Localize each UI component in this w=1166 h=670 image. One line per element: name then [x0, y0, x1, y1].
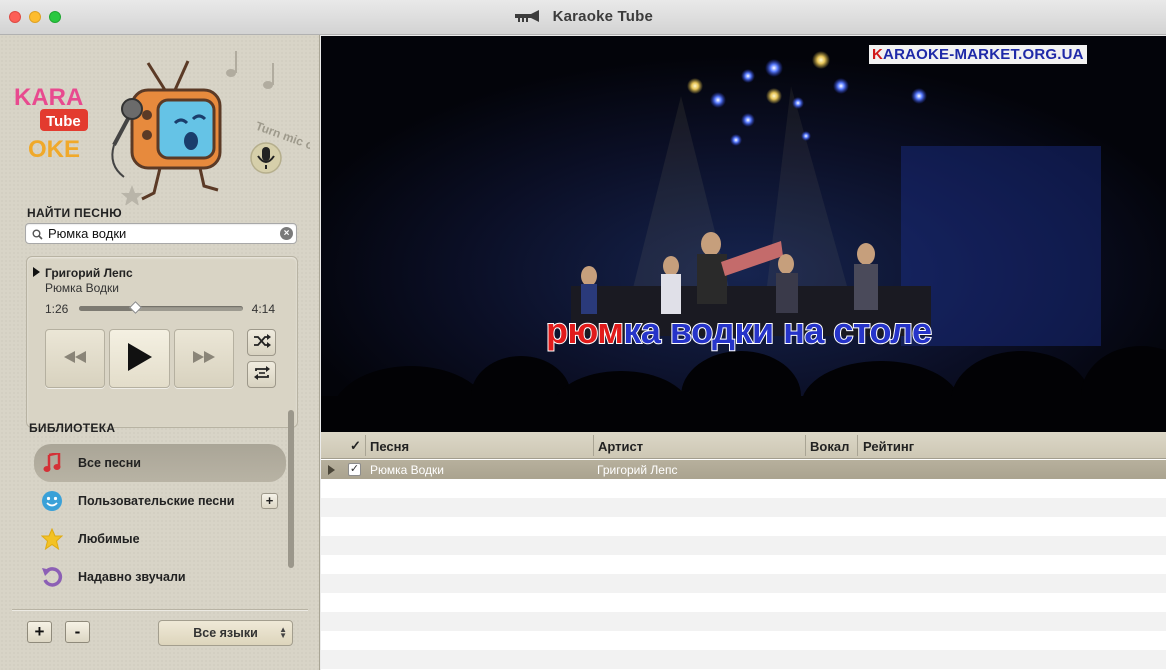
next-button[interactable]	[174, 329, 234, 388]
column-separator[interactable]	[805, 435, 806, 456]
svg-text:Tube: Tube	[46, 113, 81, 130]
row-artist: Григорий Лепс	[597, 463, 678, 477]
search-icon	[32, 228, 43, 243]
empty-row	[321, 498, 1166, 517]
karaoke-lyrics: рюмка водки на столе	[545, 309, 933, 352]
video-frame	[321, 36, 1166, 432]
select-arrows-icon: ▲ ▼	[279, 625, 287, 640]
video-player[interactable]: KARAOKE-MARKET.ORG.UA рюмка водки на сто…	[321, 36, 1166, 432]
remove-button[interactable]: -	[65, 621, 90, 643]
shuffle-button[interactable]	[247, 329, 276, 356]
smiley-icon	[34, 490, 70, 512]
table-header: ✓ Песня Артист Вокал Рейтинг	[321, 432, 1166, 459]
rewind-icon	[63, 351, 87, 366]
add-custom-song-button[interactable]: +	[261, 493, 278, 509]
play-icon	[127, 343, 153, 374]
repeat-icon	[253, 365, 271, 384]
previous-button[interactable]	[45, 329, 105, 388]
library-scrollbar[interactable]	[288, 410, 294, 568]
window-title-wrap: Karaoke Tube	[0, 8, 1166, 26]
star-icon	[34, 528, 70, 550]
row-checkbox[interactable]: ✓	[348, 463, 361, 476]
library-item-recent[interactable]: Надавно звучали	[34, 558, 286, 596]
library-item-label: Надавно звучали	[78, 570, 186, 584]
empty-row	[321, 650, 1166, 669]
empty-row	[321, 593, 1166, 612]
video-watermark: KARAOKE-MARKET.ORG.UA	[869, 45, 1087, 64]
search-field[interactable]: ×	[25, 223, 297, 244]
search-heading: НАЙТИ ПЕСНЮ	[27, 206, 122, 220]
language-select[interactable]: Все языки ▲ ▼	[158, 620, 293, 646]
svg-text:OKE: OKE	[28, 136, 80, 163]
column-header-vocal[interactable]: Вокал	[810, 439, 849, 454]
add-button[interactable]: +	[27, 621, 52, 643]
play-button[interactable]	[109, 329, 170, 388]
column-header-song[interactable]: Песня	[370, 439, 409, 454]
library-item-custom-songs[interactable]: Пользовательские песни +	[34, 482, 286, 520]
empty-row	[321, 536, 1166, 555]
column-header-checked[interactable]: ✓	[350, 438, 361, 454]
total-time: 4:14	[251, 302, 275, 316]
column-separator[interactable]	[365, 435, 366, 456]
empty-row	[321, 555, 1166, 574]
history-icon	[34, 566, 70, 588]
now-playing-artist: Григорий Лепс	[45, 266, 133, 280]
lyrics-sung-part: рюм	[545, 309, 625, 352]
search-input[interactable]	[48, 225, 278, 242]
shuffle-icon	[253, 334, 271, 351]
row-play-icon[interactable]	[328, 465, 335, 475]
trumpet-icon	[513, 9, 543, 26]
watermark-red-part: K	[872, 46, 884, 63]
library-item-label: Пользовательские песни	[78, 494, 235, 508]
karaoke-tube-logo: KARA Tube OKE Turn mic on	[10, 45, 322, 206]
library-item-label: Любимые	[78, 532, 140, 546]
empty-row	[321, 612, 1166, 631]
language-select-value: Все языки	[193, 626, 258, 640]
now-playing-song: Рюмка Водки	[45, 281, 120, 295]
window-title: Karaoke Tube	[552, 8, 654, 25]
progress-knob[interactable]	[128, 301, 142, 314]
library-item-label: Все песни	[78, 456, 141, 470]
empty-row	[321, 574, 1166, 593]
empty-row	[321, 479, 1166, 498]
column-header-rating[interactable]: Рейтинг	[863, 439, 914, 454]
sidebar-divider	[12, 609, 308, 610]
row-song: Рюмка Водки	[370, 463, 445, 477]
table-row[interactable]: ✓ Рюмка Водки Григорий Лепс	[321, 460, 1166, 479]
column-separator[interactable]	[857, 435, 858, 456]
clear-search-icon[interactable]: ×	[280, 227, 293, 240]
elapsed-time: 1:26	[45, 302, 69, 316]
library-heading: БИБЛИОТЕКА	[29, 421, 116, 435]
library-item-favorites[interactable]: Любимые	[34, 520, 286, 558]
library-list: Все песни Пользовательские песни + Любим…	[34, 444, 286, 596]
library-item-all-songs[interactable]: Все песни	[34, 444, 286, 482]
now-playing-panel: Григорий Лепс Рюмка Водки 1:26 4:14	[26, 256, 298, 428]
now-playing-indicator-icon	[33, 267, 40, 277]
fast-forward-icon	[192, 351, 216, 366]
progress-slider[interactable]	[79, 301, 243, 314]
empty-row	[321, 631, 1166, 650]
lyrics-upcoming-part: ка водки на столе	[622, 309, 933, 352]
watermark-text: ARAOKE-MARKET.ORG.UA	[883, 46, 1084, 63]
empty-row	[321, 517, 1166, 536]
svg-text:KARA: KARA	[14, 84, 83, 111]
music-note-icon	[34, 453, 70, 473]
sidebar: KARA Tube OKE Turn mic on НАЙТИ ПЕСНЮ × …	[0, 35, 322, 670]
song-table: ✓ Песня Артист Вокал Рейтинг ✓ Рюмка Вод…	[321, 432, 1166, 670]
progress-fill	[79, 306, 135, 311]
title-bar: Karaoke Tube	[0, 0, 1166, 35]
column-separator[interactable]	[593, 435, 594, 456]
column-header-artist[interactable]: Артист	[598, 439, 643, 454]
repeat-button[interactable]	[247, 361, 276, 388]
